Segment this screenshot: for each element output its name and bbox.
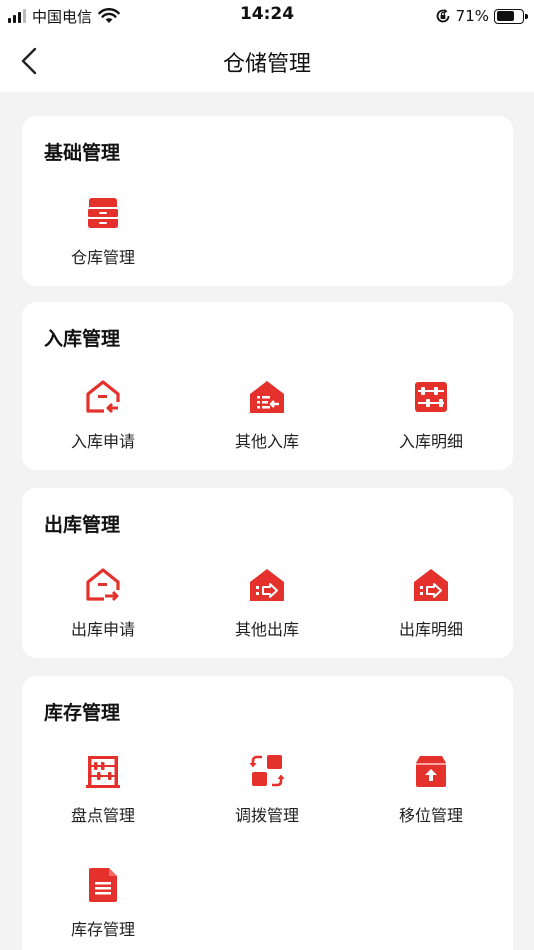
- document-icon: [89, 868, 117, 902]
- tile-relocation[interactable]: 移位管理: [366, 752, 496, 842]
- tile-label: 其他出库: [234, 620, 299, 639]
- tile-outbound-request[interactable]: 出库申请: [38, 566, 168, 656]
- house-out-icon: [250, 569, 284, 601]
- status-bar: 中国电信 14:24 71%: [0, 0, 534, 32]
- tile-outbound-detail[interactable]: 出库明细: [366, 566, 496, 656]
- section-title: 出库管理: [44, 514, 121, 536]
- section-card-inbound: 入库管理 入库申请 其他入库 入库明细: [22, 302, 513, 470]
- tile-inbound-detail[interactable]: 入库明细: [366, 378, 496, 468]
- section-title: 库存管理: [44, 702, 121, 724]
- tile-transfer[interactable]: 调拨管理: [202, 752, 332, 842]
- tile-inventory-management[interactable]: 库存管理: [38, 866, 168, 950]
- tile-label: 仓库管理: [70, 248, 135, 267]
- tile-label: 入库申请: [70, 432, 135, 451]
- tile-label: 其他入库: [234, 432, 299, 451]
- tile-label: 移位管理: [398, 806, 463, 825]
- tile-other-outbound[interactable]: 其他出库: [202, 566, 332, 656]
- section-card-basic: 基础管理 仓库管理: [22, 116, 513, 286]
- box-up-arrow-icon: [416, 756, 446, 787]
- tile-label: 出库申请: [70, 620, 135, 639]
- abacus-frame-icon: [86, 756, 120, 788]
- drawer-box-icon: [88, 198, 118, 228]
- status-right: 71%: [435, 5, 528, 27]
- tile-label: 入库明细: [398, 432, 463, 451]
- tile-label: 盘点管理: [70, 806, 135, 825]
- tile-other-inbound[interactable]: 其他入库: [202, 378, 332, 468]
- section-card-outbound: 出库管理 出库申请 其他出库 出库明细: [22, 488, 513, 658]
- tile-warehouse-management[interactable]: 仓库管理: [38, 194, 168, 284]
- section-card-inventory: 库存管理 盘点管理 调拨管理 移位管理 库存管理: [22, 676, 513, 950]
- tile-stocktaking[interactable]: 盘点管理: [38, 752, 168, 842]
- house-in-arrow-icon: [86, 380, 120, 414]
- battery-icon: [494, 8, 528, 24]
- house-list-in-icon: [250, 381, 284, 413]
- battery-percent: 71%: [455, 7, 489, 25]
- battery-fill: [496, 11, 515, 21]
- tile-label: 库存管理: [70, 920, 135, 939]
- tile-label: 调拨管理: [234, 806, 299, 825]
- tile-inbound-request[interactable]: 入库申请: [38, 378, 168, 468]
- abacus-icon: [415, 382, 447, 412]
- section-title: 入库管理: [44, 328, 121, 350]
- transfer-swap-icon: [249, 755, 285, 787]
- page-title: 仓储管理: [222, 52, 311, 77]
- section-title: 基础管理: [44, 142, 121, 164]
- tile-label: 出库明细: [398, 620, 463, 639]
- rotation-lock-icon: [436, 9, 450, 23]
- nav-bar: 仓储管理: [0, 32, 534, 90]
- house-out-arrow-icon: [86, 568, 122, 602]
- header-area: 中国电信 14:24 71% 仓储管理: [0, 0, 534, 92]
- house-out-detail-icon: [414, 569, 448, 601]
